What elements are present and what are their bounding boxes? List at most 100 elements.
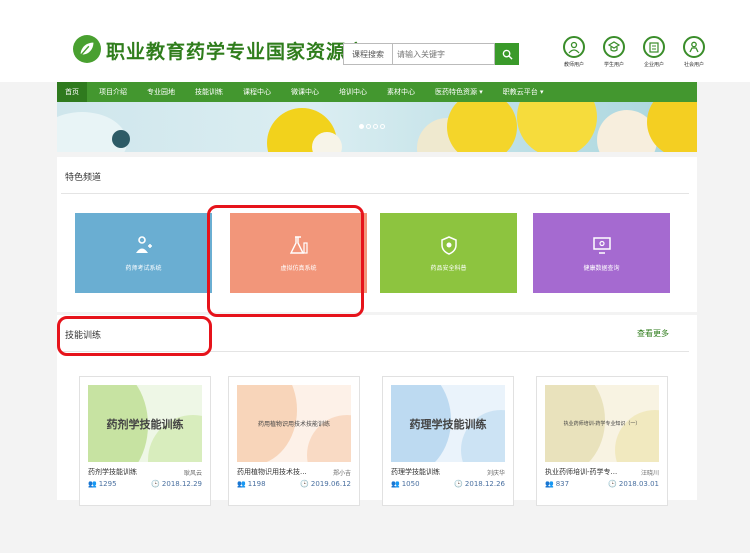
pill-image	[112, 130, 130, 148]
search-type-select[interactable]: 课程搜索	[343, 43, 393, 65]
views-value: 1050	[401, 480, 420, 488]
featured-channels-title: 特色频道	[65, 173, 102, 183]
nav-training-center[interactable]: 培训中心	[331, 82, 375, 102]
student-user-link[interactable]: 学生用户	[597, 36, 631, 68]
nav-home[interactable]: 首页	[57, 82, 87, 102]
user-count-icon: 👥	[545, 480, 554, 488]
carousel-dot[interactable]	[366, 124, 371, 129]
course-views: 👥 1198	[237, 480, 266, 488]
course-views: 👥 1295	[88, 480, 117, 488]
header: 职业教育药学专业国家资源库 课程搜索 教师用户 学生用户 企	[0, 0, 750, 82]
search-bar: 课程搜索	[343, 43, 519, 65]
tile-health-data[interactable]: 健康数据查询	[533, 213, 670, 293]
pill-image	[647, 102, 697, 152]
nav-vocational-cloud[interactable]: 职教云平台 ▾	[495, 82, 552, 102]
nav-material-center[interactable]: 素材中心	[379, 82, 423, 102]
course-name: 执业药师培训-药学专...	[545, 468, 618, 476]
course-author: 汪晓川	[640, 470, 659, 477]
user-count-icon: 👥	[391, 480, 400, 488]
course-thumbnail: 药剂学技能训练	[88, 385, 202, 462]
public-user-label: 社会用户	[683, 62, 704, 68]
thumbnail-decoration	[615, 410, 659, 462]
nav-vocational-cloud-label: 职教云平台	[502, 88, 538, 96]
featured-channels-panel: 特色频道 药师考试系统 虚拟仿真系统 药品安全科普 健康数据查询	[57, 157, 697, 312]
course-author: 郑小吉	[332, 470, 351, 477]
tile-pharmacist-exam[interactable]: 药师考试系统	[75, 213, 212, 293]
user-count-icon: 👥	[237, 480, 246, 488]
course-views: 👥 1050	[391, 480, 420, 488]
banner-carousel[interactable]	[57, 102, 697, 152]
public-user-link[interactable]: 社会用户	[677, 36, 711, 68]
course-card[interactable]: 药用植物识用技术技能训练 药用植物识用技术技... 郑小吉 👥 1198 🕒 201…	[228, 376, 360, 506]
date-value: 2018.12.26	[464, 480, 505, 488]
course-card[interactable]: 药理学技能训练 药理学技能训练 刘庆华 👥 1050 🕒 2018.12.26	[382, 376, 514, 506]
site-title: 职业教育药学专业国家资源库	[106, 41, 367, 63]
carousel-dot[interactable]	[380, 124, 385, 129]
tile-label: 药师考试系统	[125, 264, 162, 272]
tile-label: 健康数据查询	[583, 264, 620, 272]
enterprise-icon	[649, 42, 659, 53]
views-value: 1198	[247, 480, 266, 488]
public-user-icon	[689, 41, 699, 53]
shield-icon	[440, 235, 457, 255]
date-value: 2018.12.29	[161, 480, 202, 488]
course-thumbnail: 执业药师培训-药学专业知识（一）	[545, 385, 659, 462]
carousel-dot[interactable]	[359, 124, 364, 129]
course-thumbnail: 药用植物识用技术技能训练	[237, 385, 351, 462]
clock-icon: 🕒	[454, 480, 463, 488]
carousel-dots	[359, 124, 385, 129]
tile-label: 药品安全科普	[430, 264, 467, 272]
thumbnail-text: 药用植物识用技术技能训练	[257, 421, 330, 428]
nav-course-center[interactable]: 课程中心	[235, 82, 279, 102]
main-nav: 首页 项目介绍 专业园地 技能训练 课程中心 微课中心 培训中心 素材中心 医药…	[57, 82, 697, 102]
pharmacist-icon	[135, 235, 152, 253]
teacher-icon	[568, 41, 580, 54]
course-thumbnail: 药理学技能训练	[391, 385, 505, 462]
enterprise-user-link[interactable]: 企业用户	[637, 36, 671, 68]
search-input[interactable]	[393, 43, 495, 65]
course-views: 👥 837	[545, 480, 569, 488]
tile-drug-safety[interactable]: 药品安全科普	[380, 213, 517, 293]
carousel-dot[interactable]	[373, 124, 378, 129]
user-count-icon: 👥	[88, 480, 97, 488]
thumbnail-text: 执业药师培训-药学专业知识（一）	[563, 421, 641, 427]
course-date: 🕒 2018.03.01	[608, 480, 659, 488]
nav-skill-training[interactable]: 技能训练	[187, 82, 231, 102]
date-value: 2018.03.01	[618, 480, 659, 488]
course-name: 药剂学技能训练	[88, 468, 137, 476]
course-author: 耿风云	[183, 470, 202, 477]
search-icon	[502, 49, 513, 60]
monitor-icon	[592, 236, 611, 254]
view-more-link[interactable]: 查看更多	[637, 328, 669, 339]
views-value: 1295	[98, 480, 117, 488]
search-button[interactable]	[495, 43, 519, 65]
user-type-links: 教师用户 学生用户 企业用户 社会用户	[557, 36, 711, 68]
course-name: 药理学技能训练	[391, 468, 440, 476]
course-card[interactable]: 执业药师培训-药学专业知识（一） 执业药师培训-药学专... 汪晓川 👥 837 …	[536, 376, 668, 506]
nav-microlesson-center[interactable]: 微课中心	[283, 82, 327, 102]
clock-icon: 🕒	[151, 480, 160, 488]
course-card[interactable]: 药剂学技能训练 药剂学技能训练 耿风云 👥 1295 🕒 2018.12.29	[79, 376, 211, 506]
thumbnail-text: 药剂学技能训练	[106, 417, 184, 431]
teacher-user-label: 教师用户	[563, 62, 584, 68]
course-date: 🕒 2018.12.29	[151, 480, 202, 488]
divider	[61, 193, 689, 194]
course-author: 刘庆华	[486, 470, 505, 477]
date-value: 2019.06.12	[310, 480, 351, 488]
leaf-logo-icon	[80, 42, 94, 55]
nav-medical-resources-label: 医药特色资源	[435, 88, 477, 96]
clock-icon: 🕒	[608, 480, 617, 488]
clock-icon: 🕒	[300, 480, 309, 488]
nav-major-garden[interactable]: 专业园地	[139, 82, 183, 102]
pill-image	[447, 102, 517, 152]
pill-image	[312, 132, 342, 152]
page: 职业教育药学专业国家资源库 课程搜索 教师用户 学生用户 企	[0, 0, 750, 553]
teacher-user-link[interactable]: 教师用户	[557, 36, 591, 68]
logo[interactable]	[73, 35, 101, 63]
views-value: 837	[555, 480, 570, 488]
highlight-virtual-simulation	[207, 205, 364, 317]
nav-medical-resources[interactable]: 医药特色资源 ▾	[427, 82, 491, 102]
pill-image	[517, 102, 597, 152]
course-name: 药用植物识用技术技...	[237, 468, 307, 476]
nav-project-intro[interactable]: 项目介绍	[91, 82, 135, 102]
